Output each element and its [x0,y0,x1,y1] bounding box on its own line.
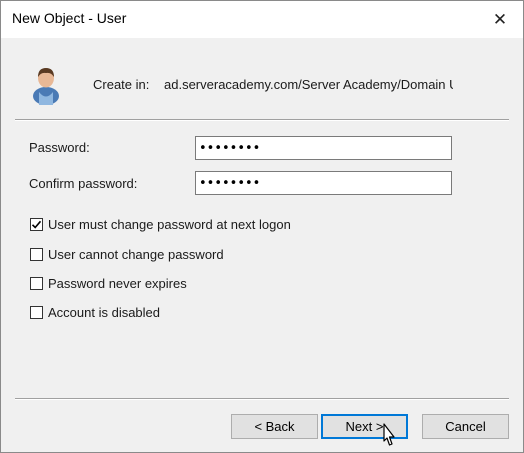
close-icon: ✕ [492,9,508,29]
confirm-password-label: Confirm password: [29,176,138,191]
create-in-label: Create in: [93,77,150,92]
checkbox-account-disabled[interactable] [30,306,43,319]
password-label: Password: [29,140,90,155]
top-separator [15,119,509,121]
option-label: Password never expires [48,276,187,291]
checkbox-password-never-expires[interactable] [30,277,43,290]
checkmark-icon [31,220,42,229]
option-account-disabled[interactable]: Account is disabled [30,305,160,320]
option-password-never-expires[interactable]: Password never expires [30,276,187,291]
close-button[interactable]: ✕ [477,1,523,38]
option-label: User must change password at next logon [48,217,291,232]
option-cannot-change-password[interactable]: User cannot change password [30,247,224,262]
option-label: User cannot change password [48,247,224,262]
back-button[interactable]: < Back [231,414,318,439]
password-field[interactable] [195,136,452,160]
create-in-path: ad.serveracademy.com/Server Academy/Doma… [164,77,453,92]
option-label: Account is disabled [48,305,161,320]
new-object-user-dialog: New Object - User ✕ Create in: ad.server… [0,0,524,453]
checkbox-cannot-change-password[interactable] [30,248,43,261]
option-must-change-password[interactable]: User must change password at next logon [30,217,291,232]
bottom-separator [15,398,509,400]
confirm-password-field[interactable] [195,171,452,195]
mouse-cursor-icon [383,423,395,446]
cancel-button[interactable]: Cancel [422,414,509,439]
user-icon [33,68,59,105]
window-title: New Object - User [12,10,127,26]
checkbox-must-change-password[interactable] [30,218,43,231]
title-bar: New Object - User ✕ [1,1,523,38]
